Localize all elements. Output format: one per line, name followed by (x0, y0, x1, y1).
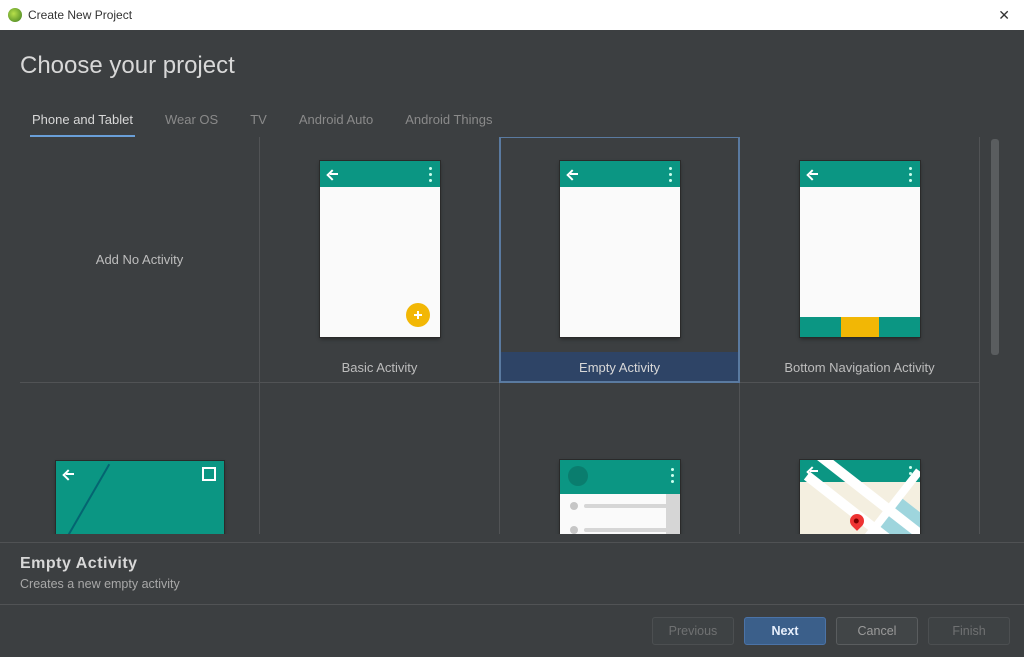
scrollbar-thumb[interactable] (991, 139, 999, 355)
template-thumbnail (20, 383, 259, 534)
tab-android-auto[interactable]: Android Auto (297, 106, 375, 137)
fullscreen-icon (202, 467, 216, 481)
app-icon (8, 8, 22, 22)
back-arrow-icon (64, 469, 74, 479)
template-label: Bottom Navigation Activity (740, 352, 979, 382)
template-google-maps-activity[interactable] (739, 382, 980, 534)
tab-tv[interactable]: TV (248, 106, 269, 137)
template-thumbnail (500, 383, 739, 534)
overflow-menu-icon (671, 468, 674, 486)
template-thumbnail (500, 137, 739, 352)
tab-android-things[interactable]: Android Things (403, 106, 494, 137)
template-label: Empty Activity (500, 352, 739, 382)
back-arrow-icon (568, 169, 578, 179)
previous-button[interactable]: Previous (652, 617, 734, 645)
tab-wear-os[interactable]: Wear OS (163, 106, 220, 137)
template-fullscreen-activity[interactable] (20, 382, 260, 534)
device-tabs: Phone and Tablet Wear OS TV Android Auto… (0, 88, 1024, 137)
content-area: Choose your project Phone and Tablet Wea… (0, 30, 1024, 605)
gallery-scrollbar[interactable] (988, 139, 1002, 532)
cancel-button[interactable]: Cancel (836, 617, 918, 645)
template-label: Add No Activity (96, 252, 183, 267)
template-basic-activity[interactable]: Basic Activity (259, 137, 500, 383)
page-title: Choose your project (0, 30, 1024, 88)
template-thumbnail (740, 383, 979, 534)
overflow-menu-icon (669, 167, 672, 185)
selection-description: Empty Activity Creates a new empty activ… (0, 542, 1024, 605)
close-icon[interactable]: ✕ (992, 5, 1016, 26)
diagonal-line-icon (39, 463, 109, 534)
selection-subtitle: Creates a new empty activity (20, 577, 1004, 591)
template-gallery: Add No Activity Basic Activity (18, 137, 1006, 534)
wizard-footer: Previous Next Cancel Finish (0, 604, 1024, 657)
selection-title: Empty Activity (20, 555, 1004, 573)
template-thumbnail (260, 137, 499, 352)
template-bottom-navigation-activity[interactable]: Bottom Navigation Activity (739, 137, 980, 383)
template-thumbnail (260, 383, 499, 534)
overflow-menu-icon (429, 167, 432, 185)
tab-phone-and-tablet[interactable]: Phone and Tablet (30, 106, 135, 137)
fab-add-icon (406, 303, 430, 327)
back-arrow-icon (328, 169, 338, 179)
bottom-nav-icon (800, 317, 920, 337)
template-add-no-activity[interactable]: Add No Activity (20, 137, 260, 383)
titlebar: Create New Project ✕ (0, 0, 1024, 31)
template-thumbnail (740, 137, 979, 352)
template-master-detail-flow[interactable] (259, 382, 500, 534)
avatar-icon (568, 466, 588, 486)
template-label: Basic Activity (260, 352, 499, 382)
overflow-menu-icon (909, 167, 912, 185)
template-navigation-drawer-activity[interactable] (499, 382, 740, 534)
back-arrow-icon (808, 169, 818, 179)
finish-button[interactable]: Finish (928, 617, 1010, 645)
window-title: Create New Project (28, 8, 132, 22)
next-button[interactable]: Next (744, 617, 826, 645)
template-empty-activity[interactable]: Empty Activity (499, 137, 740, 383)
